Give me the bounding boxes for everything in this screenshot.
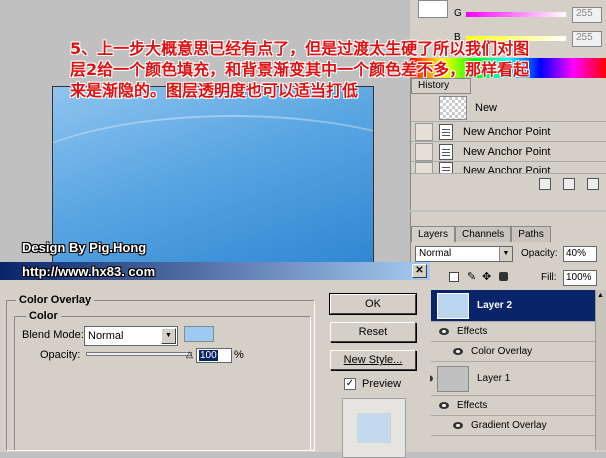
trash-icon[interactable] xyxy=(587,178,599,190)
channel-b-value[interactable]: 255 xyxy=(572,31,602,47)
eye-icon[interactable] xyxy=(437,327,453,337)
preview-checkbox[interactable]: ✓ xyxy=(344,378,356,390)
layer-name: Layer 1 xyxy=(477,373,511,384)
new-snapshot-icon[interactable] xyxy=(563,178,575,190)
opacity-unit: % xyxy=(234,349,244,361)
history-step-icon xyxy=(439,162,453,173)
effect-name: Color Overlay xyxy=(471,346,533,357)
preview-option: ✓ Preview xyxy=(330,378,416,390)
eye-icon[interactable] xyxy=(437,401,453,411)
chevron-down-icon: ▼ xyxy=(499,247,512,261)
history-item[interactable]: New Anchor Point xyxy=(411,122,606,142)
layer-effect-row[interactable]: Color Overlay xyxy=(431,342,606,362)
tab-channels[interactable]: Channels xyxy=(455,226,512,242)
layer-blend-mode-select[interactable]: Normal ▼ xyxy=(415,246,513,262)
preview-label: Preview xyxy=(362,378,402,390)
overlay-color-swatch[interactable] xyxy=(184,326,214,342)
history-footer xyxy=(411,174,606,194)
history-source-checkbox[interactable] xyxy=(415,122,433,141)
history-item[interactable]: New Anchor Point xyxy=(411,142,606,162)
layer-effects-row[interactable]: Effects xyxy=(431,322,606,342)
reset-button[interactable]: Reset xyxy=(330,322,416,342)
lock-all-icon[interactable] xyxy=(499,272,508,281)
opacity-slider-thumb[interactable]: △ xyxy=(186,350,195,359)
color-swatch[interactable] xyxy=(418,0,448,18)
history-step-icon xyxy=(439,123,453,140)
opacity-slider-track[interactable] xyxy=(86,352,192,356)
layer-name: Layer 2 xyxy=(477,300,513,311)
layer-opacity-input[interactable]: 40% xyxy=(563,246,597,262)
opacity-label: Opacity: xyxy=(521,248,558,259)
layer-thumbnail xyxy=(437,292,469,319)
blend-mode-select[interactable]: Normal ▼ xyxy=(84,326,178,346)
eye-icon[interactable] xyxy=(451,421,467,431)
layer-effects-row[interactable]: Effects xyxy=(431,396,606,416)
channel-g-slider[interactable] xyxy=(466,12,566,17)
lock-transparency-icon[interactable] xyxy=(449,272,459,282)
tab-layers[interactable]: Layers xyxy=(411,226,456,242)
close-icon[interactable]: ✕ xyxy=(412,264,427,278)
blend-mode-label: Blend Mode: xyxy=(22,329,84,341)
color-overlay-title: Color Overlay xyxy=(16,294,95,306)
layer-blend-mode-value: Normal xyxy=(419,248,452,259)
tutorial-annotation: 5、上一步大概意思已经有点了，但是过渡太生硬了所以我们对图层2给一个颜色填充，和… xyxy=(70,39,530,100)
history-item-label: New Anchor Point xyxy=(463,145,551,158)
layer-thumbnail xyxy=(437,365,469,392)
effects-label: Effects xyxy=(457,400,488,411)
history-source-checkbox[interactable] xyxy=(415,142,433,161)
history-source-checkbox[interactable] xyxy=(415,162,433,173)
ok-button[interactable]: OK xyxy=(329,293,417,315)
layer-row-layer-1[interactable]: Layer 1 f xyxy=(431,362,606,396)
opacity-input[interactable]: 100 xyxy=(196,348,232,363)
new-document-icon[interactable] xyxy=(539,178,551,190)
new-style-button[interactable]: New Style... xyxy=(330,350,416,370)
blend-mode-value: Normal xyxy=(88,330,124,342)
design-credit: Design By Pig.Hong xyxy=(22,240,147,255)
effect-name: Gradient Overlay xyxy=(471,420,547,431)
channel-g-value[interactable]: 255 xyxy=(572,7,602,23)
layer-row-layer-2[interactable]: Layer 2 f xyxy=(431,290,606,322)
color-group-title: Color xyxy=(26,310,61,322)
opacity-value: 100 xyxy=(199,350,218,361)
fill-label: Fill: xyxy=(541,272,557,283)
tab-paths[interactable]: Paths xyxy=(511,226,551,242)
opacity-label: Opacity: xyxy=(40,349,81,361)
scroll-up-icon[interactable]: ▲ xyxy=(597,292,604,299)
lock-image-icon[interactable]: ✎ xyxy=(467,270,476,283)
site-url: http://www.hx83. com xyxy=(22,264,156,279)
history-item[interactable]: New Anchor Point xyxy=(411,162,606,174)
effects-label: Effects xyxy=(457,326,488,337)
layer-effect-row[interactable]: Gradient Overlay xyxy=(431,416,606,436)
style-preview-swatch xyxy=(357,413,391,443)
dialog-buttons: OK Reset New Style... ✓ Preview xyxy=(329,293,417,458)
layers-panel: Layers Channels Paths Normal ▼ Opacity: … xyxy=(410,212,606,452)
layers-scrollbar[interactable]: ▲ xyxy=(595,290,606,450)
lock-position-icon[interactable]: ✥ xyxy=(482,270,491,283)
history-step-icon xyxy=(439,143,453,160)
channel-g-label: G xyxy=(454,8,462,19)
history-item-label: New Anchor Point xyxy=(463,164,551,174)
history-item-label: New Anchor Point xyxy=(463,125,551,138)
chevron-down-icon: ▼ xyxy=(161,328,176,344)
eye-icon[interactable] xyxy=(451,347,467,357)
layers-tabs: Layers Channels Paths xyxy=(411,226,606,242)
snapshot-label: New xyxy=(475,101,498,114)
style-preview-box xyxy=(342,398,406,458)
layer-fill-input[interactable]: 100% xyxy=(563,270,597,286)
